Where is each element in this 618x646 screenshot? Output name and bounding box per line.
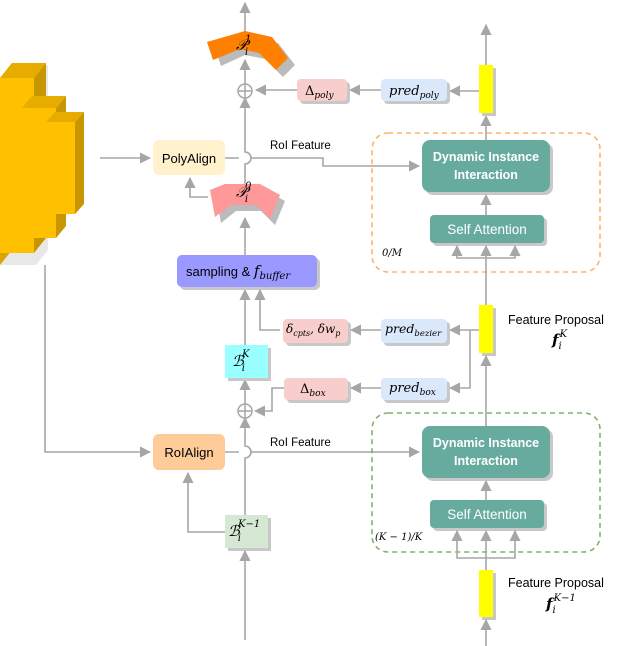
polygon-input-shape: 𝒫i0 [210,181,285,225]
feature-proposal-math-k-1: fiK−1 [545,593,576,616]
svg-text:Self Attention: Self Attention [447,507,527,522]
svg-text:RoIAlign: RoIAlign [164,445,213,460]
polygon-output-shape: 𝒫i1 [207,31,295,77]
feature-proposal-label-k-1: Feature Proposal [508,576,604,590]
plus-icon [237,83,253,99]
feature-proposal-bar-middle [479,305,493,353]
svg-text:Self Attention: Self Attention [447,222,527,237]
roi-feature-label-bottom: RoI Feature [270,437,331,449]
feature-proposal-label-k: Feature Proposal [508,313,604,327]
svg-text:Interaction: Interaction [454,168,518,182]
arrow-sa-branch-left [451,244,486,259]
feature-proposal-bar-top [479,65,493,113]
arrow-features-to-roialign [44,265,152,458]
arrow-roi-feature-top [225,158,419,166]
stage-label-top: 0/M [382,248,403,259]
polyalign-box: PolyAlign [153,140,225,175]
arrow-to-plus-bottom [239,416,252,515]
feature-proposal-math-k: fiK [551,329,568,352]
svg-text:Dynamic Instance: Dynamic Instance [433,150,539,164]
dynamic-instance-interaction-bottom [422,426,550,478]
arrow-sa-branch-left-bottom [451,529,486,559]
arrow-sa-branch-right [486,244,521,259]
stage-label-bottom: (K − 1)/K [375,532,423,543]
plus-icon [237,403,253,419]
svg-text:Dynamic Instance: Dynamic Instance [433,436,539,450]
arrow-sa-branch-right-bottom [486,529,521,559]
arrow-to-pred-box [448,330,471,394]
svg-text:Interaction: Interaction [454,454,518,468]
arrow-polygon0-to-polyalign [184,176,208,198]
arrow-delta-box-to-plus [253,387,284,417]
arrow-to-plus-top [239,96,252,190]
arrow-box-k-1-to-roialign [182,471,225,533]
roi-feature-label-top: RoI Feature [270,140,331,152]
feature-proposal-bar-bottom [479,570,493,617]
arrow-bezier-to-sampling [254,288,280,331]
feature-map-stack [0,63,84,265]
sparse-rcnn-polygon-diagram: 𝒫i1 𝒫i0 PolyAlign RoI Feature 0/M Dynami… [0,1,604,646]
svg-text:PolyAlign: PolyAlign [162,151,216,166]
dynamic-instance-interaction-top [422,140,550,192]
